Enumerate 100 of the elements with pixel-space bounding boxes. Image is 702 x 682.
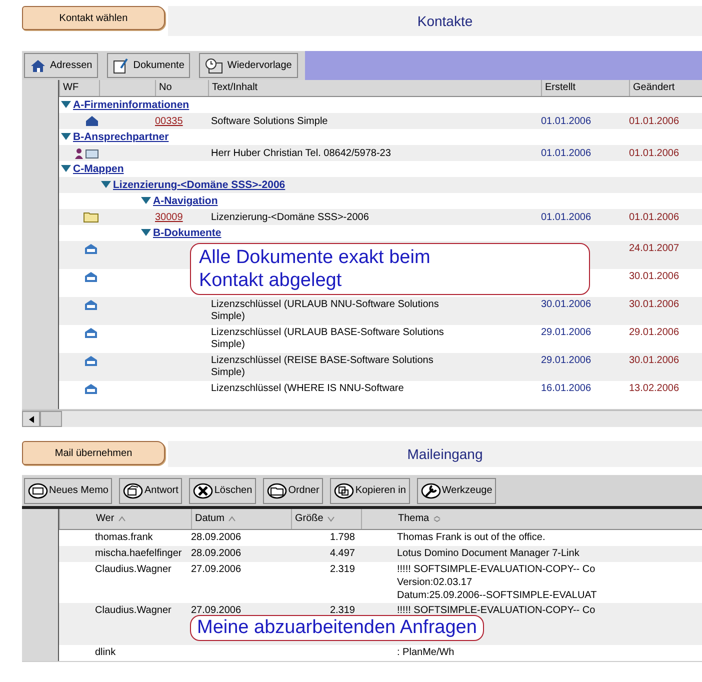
toolbar-button[interactable]: Adressen — [24, 53, 98, 78]
reply-icon — [123, 482, 144, 498]
toolbar-button[interactable]: Dokumente — [107, 53, 190, 78]
record-text: Herr Huber Christian Tel. 08642/5978-23 — [211, 148, 391, 158]
folder-icon — [83, 211, 99, 223]
sender: Claudius.Wagner — [95, 564, 172, 575]
expand-triangle-icon[interactable] — [61, 101, 71, 109]
sort-icon — [433, 516, 442, 522]
column-header[interactable]: Text/Inhalt — [208, 80, 541, 96]
clock-icon — [205, 58, 224, 74]
created-date: 01.01.2006 — [541, 116, 592, 126]
mail-date: 28.09.2006 — [191, 532, 242, 543]
copy-icon — [334, 482, 354, 498]
mail-size: 4.497 — [330, 548, 355, 559]
column-header[interactable]: Thema — [361, 509, 702, 529]
tree-group-label[interactable]: B-Dokumente — [153, 227, 222, 239]
sort-icon — [327, 516, 336, 522]
mail-size: 2.319 — [330, 605, 355, 616]
tree-group-label[interactable]: A-Navigation — [153, 195, 218, 207]
changed-date: 30.01.2006 — [629, 355, 680, 366]
mail-size: 1.798 — [330, 532, 355, 543]
horizontal-scrollbar[interactable] — [22, 410, 702, 427]
delete-icon — [193, 482, 214, 498]
sender: dlink — [95, 647, 116, 658]
building-icon — [85, 115, 99, 127]
record-text: Software Solutions Simple — [211, 116, 328, 126]
column-header[interactable]: WF — [59, 80, 99, 96]
sort-icon — [118, 516, 126, 522]
record-text: Lizenzschlüssel (URLAUB NNU-Software Solutions Simple) — [211, 299, 439, 322]
tree-group-label[interactable]: A-Firmeninformationen — [73, 99, 190, 111]
section-title: Maileingang — [407, 446, 483, 462]
person-card-icon — [75, 148, 99, 158]
toolbar-button[interactable]: Wiedervorlage — [199, 53, 298, 78]
record-text: Lizenzschlüssel (REISE BASE-Software Solutions Simple) — [211, 355, 434, 378]
mail-subject: Version:02.03.17 — [397, 576, 474, 589]
mail-subject: !!!!! SOFTSIMPLE-EVALUATION-COPY-- Co — [397, 604, 596, 617]
mail-date: 28.09.2006 — [191, 548, 242, 559]
record-text: Lizenzierung-<Domäne SSS>-2006 — [211, 212, 369, 222]
left-arrow-icon — [28, 416, 34, 422]
column-header[interactable]: Geändert — [629, 80, 702, 96]
column-header[interactable]: Wer — [59, 509, 191, 529]
take-mail-button[interactable]: Mail übernehmen — [22, 441, 165, 465]
changed-date: 24.01.2007 — [629, 243, 680, 254]
column-header[interactable]: No — [155, 80, 208, 96]
expand-triangle-icon[interactable] — [141, 197, 151, 205]
record-number-link[interactable]: 00335 — [155, 116, 183, 126]
mail-date: 27.09.2006 — [191, 605, 242, 616]
created-date: 16.01.2006 — [541, 383, 592, 394]
sender: Claudius.Wagner — [95, 605, 172, 616]
scroll-thumb[interactable] — [40, 411, 62, 427]
mail-subject: : PlanMe/Wh — [397, 646, 456, 659]
changed-date: 01.01.2006 — [629, 116, 680, 126]
changed-date: 30.01.2006 — [629, 299, 680, 310]
mail-subject: Datum:25.09.2006--SOFTSIMPLE-EVALUAT — [397, 589, 598, 602]
created-date: 01.01.2006 — [541, 212, 592, 222]
changed-date: 30.01.2006 — [629, 271, 680, 282]
mail-subject: Thomas Frank is out of the office. — [397, 531, 546, 544]
expand-triangle-icon[interactable] — [101, 181, 111, 189]
sort-icon — [228, 516, 236, 522]
created-date: 01.01.2006 — [541, 148, 592, 158]
mail-size: 2.319 — [330, 564, 355, 575]
mail-date: 27.09.2006 — [191, 564, 242, 575]
select-contact-button[interactable]: Kontakt wählen — [22, 6, 165, 30]
column-header[interactable]: Größe — [291, 509, 361, 529]
toolbar-button[interactable]: Kopieren in — [330, 478, 410, 504]
document-icon — [113, 58, 130, 74]
mail-subject: Lotus Domino Document Manager 7-Link — [397, 547, 580, 560]
envelope-icon — [28, 482, 48, 498]
sender: mischa.haefelfinger — [95, 548, 182, 559]
scroll-left-button[interactable] — [22, 411, 40, 427]
changed-date: 13.02.2006 — [629, 383, 680, 394]
record-number-link[interactable]: 30009 — [155, 212, 183, 222]
column-header[interactable]: Erstellt — [541, 80, 629, 96]
callout-text: Alle Dokumente exakt beim — [199, 246, 432, 269]
expand-triangle-icon[interactable] — [61, 133, 71, 141]
created-date: 29.01.2006 — [541, 355, 592, 366]
created-date: 29.01.2006 — [541, 327, 592, 338]
expand-triangle-icon[interactable] — [141, 229, 151, 237]
tree-group-label[interactable]: C-Mappen — [73, 163, 124, 175]
toolbar-button[interactable]: Werkzeuge — [416, 478, 496, 504]
section-title: Kontakte — [417, 13, 473, 29]
toolbar-button[interactable]: Ordner — [263, 478, 324, 504]
callout-text: Meine abzuarbeitenden Anfragen — [197, 617, 477, 639]
tree-group-label[interactable]: B-Ansprechpartner — [73, 131, 169, 143]
changed-date: 01.01.2006 — [629, 148, 680, 158]
toolbar-button[interactable]: Löschen — [189, 478, 256, 504]
toolbar-button[interactable]: Antwort — [119, 478, 182, 504]
toolbar-button[interactable]: Neues Memo — [24, 478, 112, 504]
column-header[interactable]: Datum — [191, 509, 291, 529]
wrench-icon — [420, 482, 441, 498]
expand-triangle-icon[interactable] — [61, 165, 71, 173]
record-text: Lizenzschlüssel (WHERE IS NNU-Software — [211, 383, 404, 394]
mail-subject: !!!!! SOFTSIMPLE-EVALUATION-COPY-- Co — [397, 563, 596, 576]
house-icon — [30, 58, 46, 72]
created-date: 30.01.2006 — [541, 299, 592, 310]
callout-text: Kontakt abgelegt — [199, 269, 343, 292]
changed-date: 29.01.2006 — [629, 327, 680, 338]
folder-icon — [267, 482, 288, 498]
record-text: Lizenzschlüssel (URLAUB BASE-Software Solutions Simple) — [211, 327, 444, 350]
sender: thomas.frank — [95, 532, 153, 543]
